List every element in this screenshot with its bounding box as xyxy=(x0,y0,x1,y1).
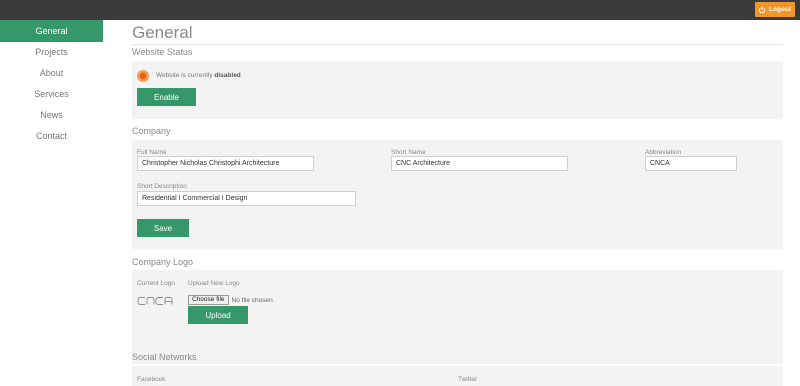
sidebar-item-news[interactable]: News xyxy=(0,105,103,126)
file-input[interactable]: Choose file No file chosen xyxy=(188,295,273,305)
company-title: Company xyxy=(132,126,171,136)
social-networks-panel: Facebook Twitter xyxy=(132,366,783,386)
website-status-text: Website is currently disabled xyxy=(156,72,241,79)
page-title: General xyxy=(132,21,783,45)
full-name-label: Full Name xyxy=(137,149,167,156)
power-icon xyxy=(758,6,766,13)
top-bar: Logout xyxy=(0,0,800,20)
website-status-panel: Website is currently disabled Enable xyxy=(132,61,783,119)
sidebar-item-about[interactable]: About xyxy=(0,63,103,84)
logout-label: Logout xyxy=(768,6,791,13)
short-name-field[interactable]: CNC Architecture xyxy=(391,156,568,171)
company-panel: Full Name Christopher Nicholas Christoph… xyxy=(132,140,783,249)
enable-button[interactable]: Enable xyxy=(137,88,196,106)
full-name-field[interactable]: Christopher Nicholas Christophi Architec… xyxy=(137,156,314,171)
current-logo-label: Current Logo xyxy=(137,280,175,287)
company-logo-image xyxy=(137,297,173,305)
short-description-label: Short Description xyxy=(137,183,187,190)
no-file-chosen-text: No file chosen xyxy=(231,296,273,304)
short-description-field[interactable]: Residential I Commercial I Design xyxy=(137,191,356,206)
short-name-label: Short Name xyxy=(391,149,426,156)
choose-file-button[interactable]: Choose file xyxy=(188,295,229,305)
company-logo-title: Company Logo xyxy=(132,257,194,267)
abbreviation-field[interactable]: CNCA xyxy=(645,156,737,171)
status-indicator-icon xyxy=(137,70,149,82)
save-button[interactable]: Save xyxy=(137,219,189,237)
social-networks-title: Social Networks xyxy=(132,352,197,362)
sidebar-item-projects[interactable]: Projects xyxy=(0,42,103,63)
main-content: General Website Status Website is curren… xyxy=(132,20,783,386)
website-status-title: Website Status xyxy=(132,47,193,57)
abbreviation-label: Abbreviation xyxy=(645,149,682,156)
sidebar: General Projects About Services News Con… xyxy=(0,20,103,380)
company-logo-panel: Current Logo Upload New Logo Choose file… xyxy=(132,270,783,364)
upload-new-logo-label: Upload New Logo xyxy=(188,280,240,287)
sidebar-item-contact[interactable]: Contact xyxy=(0,126,103,147)
sidebar-item-general[interactable]: General xyxy=(0,20,103,42)
logout-button[interactable]: Logout xyxy=(754,2,795,17)
sidebar-item-services[interactable]: Services xyxy=(0,84,103,105)
upload-button[interactable]: Upload xyxy=(188,306,248,324)
